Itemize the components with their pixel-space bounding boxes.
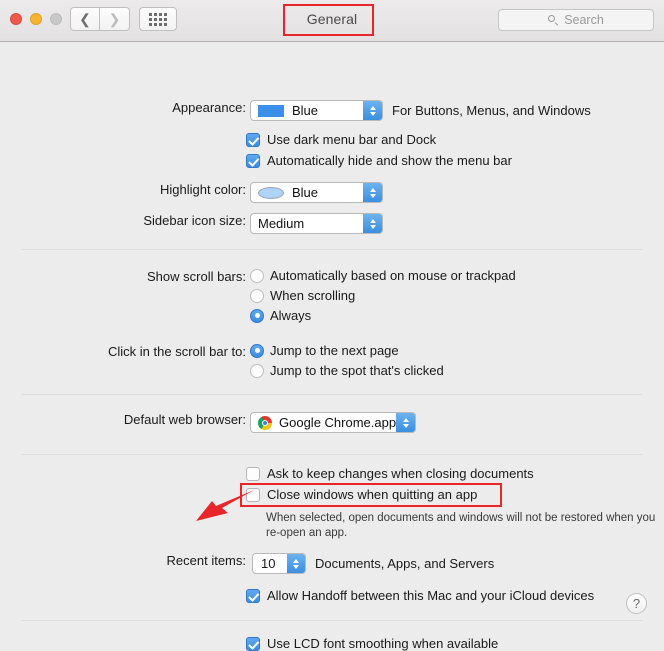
dark-menu-bar-label: Use dark menu bar and Dock (267, 132, 437, 147)
popup-arrows-icon (363, 101, 382, 120)
handoff-checkbox[interactable] (246, 588, 260, 603)
close-windows-quitting-checkbox[interactable] (246, 487, 260, 502)
appearance-row: Blue For Buttons, Menus, and Windows (250, 100, 591, 121)
highlight-color-popup-button[interactable]: Blue (250, 182, 383, 203)
scroll-bars-option-label: Always (270, 308, 312, 323)
window-toolbar: ❮ ❯ General Search (0, 0, 664, 42)
recent-items-row: 10 Documents, Apps, and Servers (252, 553, 494, 574)
popup-arrows-icon (363, 214, 382, 233)
click-scroll-option-label: Jump to the spot that's clicked (270, 363, 444, 378)
lcd-font-smoothing-label: Use LCD font smoothing when available (267, 636, 499, 651)
click-scroll-bar-label-wrap: Click in the scroll bar to: (0, 344, 246, 359)
click-scroll-bar-label: Click in the scroll bar to: (108, 344, 246, 359)
close-windows-quitting-row[interactable]: Close windows when quitting an app (246, 487, 477, 502)
sidebar-icon-size-label: Sidebar icon size: (143, 213, 246, 228)
highlight-color-value: Blue (292, 185, 319, 200)
auto-hide-menu-bar-label: Automatically hide and show the menu bar (267, 153, 512, 168)
appearance-color-swatch (258, 104, 284, 117)
help-button[interactable]: ? (626, 593, 647, 614)
sidebar-icon-size-row: Medium (250, 213, 383, 234)
click-scroll-option-label: Jump to the next page (270, 343, 399, 358)
radio-automatic[interactable] (250, 268, 264, 283)
show-scroll-bars-label-wrap: Show scroll bars: (0, 269, 246, 284)
default-browser-value: Google Chrome.app (279, 415, 397, 430)
search-input[interactable]: Search (498, 9, 654, 31)
lcd-font-smoothing-row[interactable]: Use LCD font smoothing when available (246, 636, 498, 651)
auto-hide-menu-bar-row[interactable]: Automatically hide and show the menu bar (246, 153, 512, 168)
radio-next-page[interactable] (250, 343, 264, 358)
scroll-bars-option-label: Automatically based on mouse or trackpad (270, 268, 516, 283)
appearance-popup-button[interactable]: Blue (250, 100, 383, 121)
ask-keep-changes-row[interactable]: Ask to keep changes when closing documen… (246, 466, 534, 481)
popup-arrows-icon (363, 183, 382, 202)
scroll-bars-option-automatic[interactable]: Automatically based on mouse or trackpad (250, 268, 516, 283)
sidebar-icon-size-label-wrap: Sidebar icon size: (0, 213, 246, 228)
show-scroll-bars-label: Show scroll bars: (147, 269, 246, 284)
auto-hide-menu-bar-checkbox[interactable] (246, 153, 260, 168)
radio-when-scrolling[interactable] (250, 288, 264, 303)
section-separator (22, 249, 642, 250)
click-scroll-option-spot-clicked[interactable]: Jump to the spot that's clicked (250, 363, 444, 378)
scroll-bars-option-when-scrolling[interactable]: When scrolling (250, 288, 355, 303)
lcd-font-smoothing-checkbox[interactable] (246, 636, 260, 651)
handoff-label: Allow Handoff between this Mac and your … (267, 588, 595, 603)
appearance-value: Blue (292, 103, 319, 118)
default-browser-label: Default web browser: (123, 412, 246, 427)
sidebar-icon-size-popup-button[interactable]: Medium (250, 213, 383, 234)
default-browser-row: Google Chrome.app (250, 412, 416, 433)
preferences-pane: Appearance: Blue For Buttons, Menus, and… (0, 42, 664, 651)
section-separator (22, 394, 642, 395)
highlight-color-label: Highlight color: (160, 182, 246, 197)
recent-items-stepper[interactable]: 10 (252, 553, 306, 574)
search-placeholder: Search (564, 13, 604, 27)
ask-keep-changes-checkbox[interactable] (246, 466, 260, 481)
recent-items-label-wrap: Recent items: (0, 553, 246, 568)
chrome-icon (258, 415, 272, 430)
dark-menu-bar-checkbox[interactable] (246, 132, 260, 147)
section-separator (22, 454, 642, 455)
highlight-color-row: Blue (250, 182, 383, 203)
default-browser-popup-button[interactable]: Google Chrome.app (250, 412, 416, 433)
popup-arrows-icon (396, 413, 415, 432)
highlight-color-label-wrap: Highlight color: (0, 182, 246, 197)
section-separator (22, 620, 642, 621)
scroll-bars-option-always[interactable]: Always (250, 308, 311, 323)
recent-items-label: Recent items: (166, 553, 246, 568)
dark-menu-bar-row[interactable]: Use dark menu bar and Dock (246, 132, 436, 147)
appearance-trailing-text: For Buttons, Menus, and Windows (392, 103, 591, 118)
sidebar-icon-size-value: Medium (258, 216, 305, 231)
close-windows-quitting-label: Close windows when quitting an app (267, 487, 478, 502)
search-icon (548, 14, 559, 26)
stepper-arrows-icon[interactable] (287, 554, 305, 573)
recent-items-value: 10 (261, 556, 276, 571)
radio-spot-clicked[interactable] (250, 363, 264, 378)
appearance-label-wrap: Appearance: (0, 100, 246, 115)
radio-always[interactable] (250, 308, 264, 323)
handoff-row[interactable]: Allow Handoff between this Mac and your … (246, 588, 594, 603)
appearance-label: Appearance: (172, 100, 246, 115)
scroll-bars-option-label: When scrolling (270, 288, 356, 303)
click-scroll-option-next-page[interactable]: Jump to the next page (250, 343, 399, 358)
recent-items-trailing-text: Documents, Apps, and Servers (315, 556, 495, 571)
ask-keep-changes-label: Ask to keep changes when closing documen… (267, 466, 534, 481)
highlight-color-swatch (258, 186, 284, 199)
default-browser-label-wrap: Default web browser: (0, 412, 246, 427)
close-windows-hint: When selected, open documents and window… (266, 512, 656, 539)
